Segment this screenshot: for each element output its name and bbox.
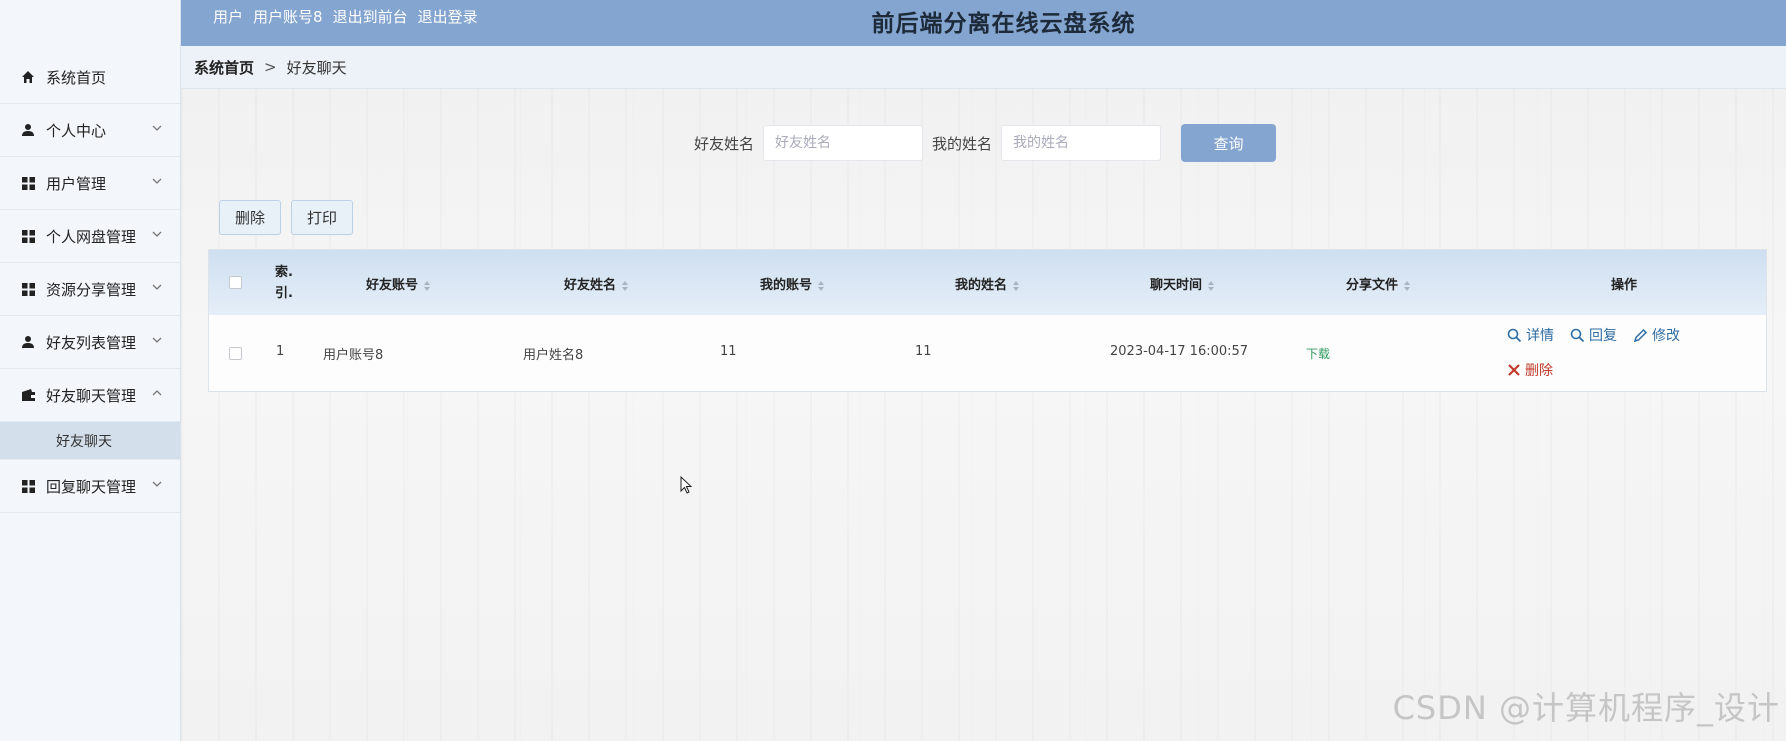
col-my-account-label: 我的账号 [760, 278, 813, 293]
row-friend-name: 用户姓名8 [523, 348, 584, 363]
col-operations-header: 操作 [1611, 278, 1638, 293]
watermark-text: CSDN @计算机程序_设计 [1392, 689, 1780, 727]
chevron-down-icon [152, 231, 162, 237]
row-operations: 详情 回复 修改 删除 [1507, 323, 1696, 382]
sidebar-item-label: 好友聊天管理 [46, 386, 137, 405]
chat-table: 索. 引. 好友账号 好友姓名 我的账号 我的姓名 聊天时间 分享文件 操作 1… [208, 249, 1767, 392]
col-chat-time-header[interactable]: 聊天时间 [1150, 274, 1215, 293]
query-button[interactable]: 查询 [1181, 124, 1277, 162]
chevron-down-icon [152, 284, 162, 290]
pencil-icon [1633, 328, 1648, 342]
sidebar-item-user-management[interactable]: 用户管理 [0, 157, 180, 210]
chevron-down-icon [152, 125, 162, 131]
select-all-checkbox[interactable] [229, 276, 242, 289]
chevron-up-icon [152, 390, 162, 396]
download-link[interactable]: 下载 [1306, 345, 1330, 362]
grid-icon [20, 228, 36, 244]
home-icon [20, 69, 36, 85]
row-friend-account: 用户账号8 [323, 348, 384, 363]
bulk-delete-button[interactable]: 删除 [219, 200, 282, 235]
chevron-down-icon [152, 337, 162, 343]
wallet-icon [20, 387, 36, 403]
reply-button[interactable]: 回复 [1570, 325, 1617, 345]
col-my-name-label: 我的姓名 [955, 278, 1008, 293]
sidebar-item-label: 系统首页 [46, 68, 107, 87]
col-friend-name-header[interactable]: 好友姓名 [564, 274, 629, 293]
col-index-line1: 索. [275, 265, 293, 280]
sidebar-item-resource-share[interactable]: 资源分享管理 [0, 263, 180, 316]
search-icon [1507, 328, 1522, 342]
row-my-account: 11 [720, 344, 737, 359]
sort-icon [622, 280, 629, 291]
edit-button[interactable]: 修改 [1633, 325, 1680, 345]
sort-icon [1208, 280, 1215, 291]
sidebar-item-label: 回复聊天管理 [46, 477, 137, 496]
sidebar-item-cloud-disk[interactable]: 个人网盘管理 [0, 210, 180, 263]
close-icon [1508, 364, 1520, 376]
sidebar-item-label: 个人网盘管理 [46, 227, 137, 246]
col-my-name-header[interactable]: 我的姓名 [955, 274, 1020, 293]
search-bar: 好友姓名 我的姓名 查询 [694, 124, 1277, 162]
col-friend-name-label: 好友姓名 [564, 278, 617, 293]
col-friend-account-label: 好友账号 [366, 278, 419, 293]
sidebar-item-label: 资源分享管理 [46, 280, 137, 299]
friend-name-input[interactable] [763, 125, 924, 161]
sidebar-item-label: 个人中心 [46, 121, 107, 140]
col-shared-file-label: 分享文件 [1346, 278, 1399, 293]
my-name-input[interactable] [1001, 125, 1162, 161]
col-my-account-header[interactable]: 我的账号 [760, 274, 825, 293]
col-shared-file-header[interactable]: 分享文件 [1346, 274, 1411, 293]
edit-label: 修改 [1652, 328, 1680, 344]
grid-icon [20, 478, 36, 494]
row-delete-button[interactable]: 删除 [1507, 360, 1553, 380]
row-index: 1 [276, 344, 285, 359]
grid-icon [20, 281, 36, 297]
sidebar: 系统首页 个人中心 用户管理 个人网盘管理 资源分享管理 好友列表管理 好友聊天… [0, 0, 181, 741]
main-content-area [181, 89, 1786, 741]
search-icon [1570, 328, 1585, 342]
grid-icon [20, 175, 36, 191]
breadcrumb: 系统首页 > 好友聊天 [181, 46, 1786, 89]
print-button[interactable]: 打印 [291, 200, 354, 235]
delete-label: 删除 [1525, 363, 1553, 379]
system-title: 前后端分离在线云盘系统 [871, 11, 1136, 37]
col-index-line2: 引. [275, 286, 293, 301]
sidebar-item-label: 用户管理 [46, 174, 107, 193]
breadcrumb-current: 好友聊天 [286, 58, 347, 77]
chevron-down-icon [152, 481, 162, 487]
sort-icon [1013, 280, 1020, 291]
row-chat-time: 2023-04-17 16:00:57 [1110, 344, 1249, 359]
detail-button[interactable]: 详情 [1507, 325, 1554, 345]
row-checkbox[interactable] [229, 347, 242, 360]
sidebar-item-reply-chat[interactable]: 回复聊天管理 [0, 460, 180, 513]
chevron-down-icon [152, 178, 162, 184]
sidebar-item-label: 好友列表管理 [46, 333, 137, 352]
detail-label: 详情 [1526, 328, 1554, 344]
user-icon [20, 334, 36, 350]
my-name-label: 我的姓名 [932, 134, 993, 153]
col-index-header: 索. 引. [275, 262, 293, 304]
sidebar-subitem-friend-chat[interactable]: 好友聊天 [0, 422, 180, 460]
table-header: 索. 引. 好友账号 好友姓名 我的账号 我的姓名 聊天时间 分享文件 操作 [209, 250, 1766, 315]
row-my-name: 11 [915, 344, 932, 359]
sidebar-item-home[interactable]: 系统首页 [0, 51, 180, 104]
col-friend-account-header[interactable]: 好友账号 [366, 274, 431, 293]
table-row: 1 用户账号8 用户姓名8 11 11 2023-04-17 16:00:57 … [209, 315, 1766, 391]
sort-icon [1404, 280, 1411, 291]
reply-label: 回复 [1589, 328, 1617, 344]
sidebar-item-personal-center[interactable]: 个人中心 [0, 104, 180, 157]
table-actions: 删除 打印 [219, 200, 354, 235]
friend-name-label: 好友姓名 [694, 134, 755, 153]
breadcrumb-home[interactable]: 系统首页 [194, 57, 254, 78]
user-icon [20, 122, 36, 138]
sort-icon [424, 280, 431, 291]
sort-icon [818, 280, 825, 291]
mouse-cursor-icon [680, 476, 693, 494]
top-header: 用户 用户账号8 退出到前台 退出登录 前后端分离在线云盘系统 [181, 0, 1786, 46]
sidebar-item-friend-list[interactable]: 好友列表管理 [0, 316, 180, 369]
sidebar-item-friend-chat[interactable]: 好友聊天管理 [0, 369, 180, 422]
col-chat-time-label: 聊天时间 [1150, 278, 1203, 293]
breadcrumb-separator: > [264, 58, 277, 76]
